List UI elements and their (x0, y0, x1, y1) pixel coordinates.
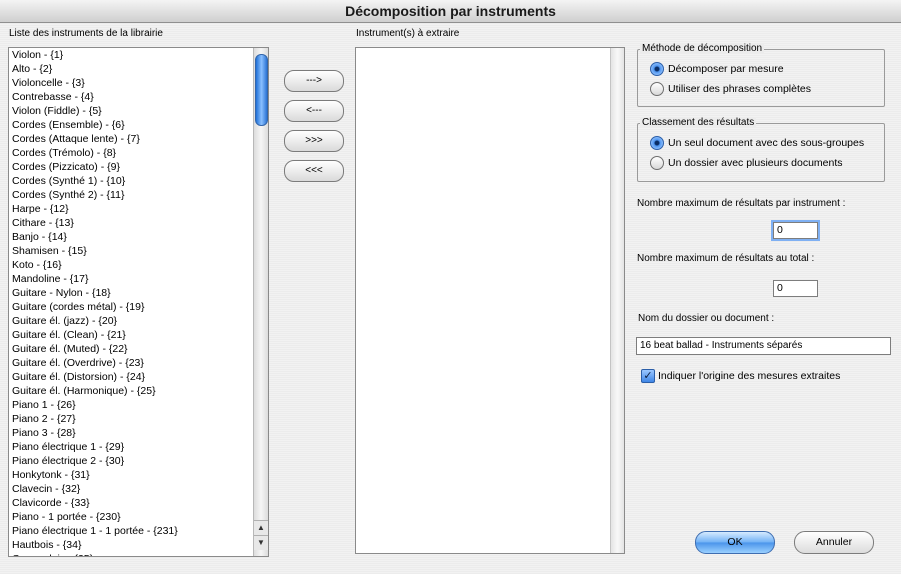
list-item[interactable]: Banjo - {14} (9, 230, 255, 244)
list-item[interactable]: Guitare él. (Overdrive) - {23} (9, 356, 255, 370)
list-item[interactable]: Guitare él. (jazz) - {20} (9, 314, 255, 328)
add-all-instruments-button[interactable]: >>> (284, 130, 344, 152)
list-item[interactable]: Piano électrique 1 - {29} (9, 440, 255, 454)
add-instrument-button[interactable]: ---> (284, 70, 344, 92)
list-item[interactable]: Guitare él. (Distorsion) - {24} (9, 370, 255, 384)
list-item[interactable]: Hautbois - {34} (9, 538, 255, 552)
list-item[interactable]: Mandoline - {17} (9, 272, 255, 286)
list-item[interactable]: Cordes (Ensemble) - {6} (9, 118, 255, 132)
list-item[interactable]: Shamisen - {15} (9, 244, 255, 258)
list-item[interactable]: Violoncelle - {3} (9, 76, 255, 90)
list-item[interactable]: Cordes (Trémolo) - {8} (9, 146, 255, 160)
max-total-label: Nombre maximum de résultats au total : (637, 253, 815, 264)
scroll-up-arrow-icon[interactable]: ▲ (254, 520, 268, 535)
method-option-by-measure[interactable]: Décomposer par mesure (650, 62, 784, 77)
list-item[interactable]: Cordes (Synthé 1) - {10} (9, 174, 255, 188)
radio-selected-icon[interactable] (650, 62, 664, 77)
max-total-input[interactable]: 0 (773, 280, 818, 297)
list-item[interactable]: Cordes (Attaque lente) - {7} (9, 132, 255, 146)
list-item[interactable]: Guitare él. (Clean) - {21} (9, 328, 255, 342)
max-per-instrument-input[interactable]: 0 (773, 222, 818, 239)
extract-list-label: Instrument(s) à extraire (356, 28, 460, 39)
folder-name-label: Nom du dossier ou document : (638, 313, 775, 324)
list-item[interactable]: Piano 1 - {26} (9, 398, 255, 412)
extract-list-scrollbar[interactable] (610, 48, 624, 553)
list-item[interactable]: Cordes (Synthé 2) - {11} (9, 188, 255, 202)
results-option-single-document[interactable]: Un seul document avec des sous-groupes (650, 136, 864, 151)
results-option-folder[interactable]: Un dossier avec plusieurs documents (650, 156, 843, 171)
list-item[interactable]: Guitare - Nylon - {18} (9, 286, 255, 300)
list-item[interactable]: Piano 3 - {28} (9, 426, 255, 440)
checkbox-checked-icon[interactable]: ✓ (641, 369, 655, 383)
scroll-down-arrow-icon[interactable]: ▼ (254, 535, 268, 550)
list-item[interactable]: Guitare (cordes métal) - {19} (9, 300, 255, 314)
library-list-scrollbar[interactable]: ▲ ▼ (253, 48, 268, 556)
list-item[interactable]: Piano électrique 2 - {30} (9, 454, 255, 468)
results-group-title: Classement des résultats (640, 117, 757, 128)
method-group-title: Méthode de décomposition (640, 43, 765, 54)
radio-selected-icon[interactable] (650, 136, 664, 151)
extract-instrument-list[interactable] (355, 47, 625, 554)
list-item[interactable]: Guitare él. (Muted) - {22} (9, 342, 255, 356)
results-group (637, 123, 885, 182)
max-per-instrument-label: Nombre maximum de résultats par instrume… (637, 198, 846, 209)
list-item[interactable]: Contrebasse - {4} (9, 90, 255, 104)
list-item[interactable]: Guitare él. (Harmonique) - {25} (9, 384, 255, 398)
remove-instrument-button[interactable]: <--- (284, 100, 344, 122)
radio-unselected-icon[interactable] (650, 156, 664, 171)
list-item[interactable]: Alto - {2} (9, 62, 255, 76)
list-item[interactable]: Violon (Fiddle) - {5} (9, 104, 255, 118)
list-item[interactable]: Clavecin - {32} (9, 482, 255, 496)
list-item[interactable]: Honkytonk - {31} (9, 468, 255, 482)
method-option-phrases[interactable]: Utiliser des phrases complètes (650, 82, 811, 97)
window-title: Décomposition par instruments (0, 0, 901, 23)
remove-all-instruments-button[interactable]: <<< (284, 160, 344, 182)
list-item[interactable]: Clavicorde - {33} (9, 496, 255, 510)
method-group (637, 49, 885, 107)
ok-button[interactable]: OK (695, 531, 775, 554)
list-item[interactable]: Cor anglais - {35} (9, 552, 255, 556)
list-item[interactable]: Harpe - {12} (9, 202, 255, 216)
radio-unselected-icon[interactable] (650, 82, 664, 97)
cancel-button[interactable]: Annuler (794, 531, 874, 554)
scroll-thumb[interactable] (255, 54, 268, 126)
list-item[interactable]: Cordes (Pizzicato) - {9} (9, 160, 255, 174)
origin-checkbox-label[interactable]: Indiquer l'origine des mesures extraites (658, 370, 840, 382)
list-item[interactable]: Koto - {16} (9, 258, 255, 272)
list-item[interactable]: Cithare - {13} (9, 216, 255, 230)
library-list-items: Violon - {1} Alto - {2} Violoncelle - {3} C… (9, 48, 255, 556)
list-item[interactable]: Piano électrique 1 - 1 portée - {231} (9, 524, 255, 538)
list-item[interactable]: Piano 2 - {27} (9, 412, 255, 426)
library-instrument-list[interactable]: Violon - {1} Alto - {2} Violoncelle - {3} C… (8, 47, 269, 557)
list-item[interactable]: Piano - 1 portée - {230} (9, 510, 255, 524)
library-list-label: Liste des instruments de la librairie (9, 28, 163, 39)
list-item[interactable]: Violon - {1} (9, 48, 255, 62)
folder-name-input[interactable]: 16 beat ballad - Instruments séparés (636, 337, 891, 355)
